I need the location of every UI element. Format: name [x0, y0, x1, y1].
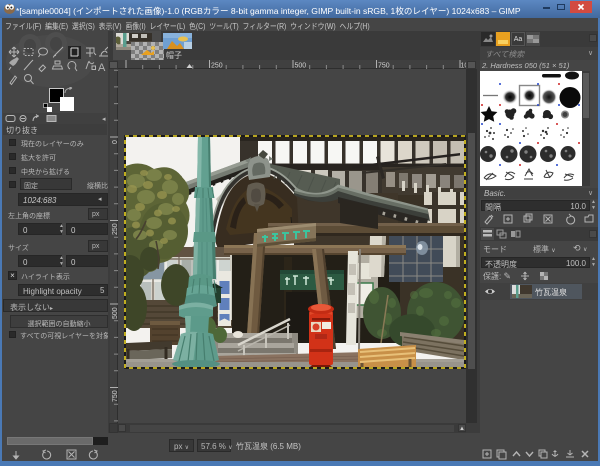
svg-text:A: A — [98, 62, 106, 74]
